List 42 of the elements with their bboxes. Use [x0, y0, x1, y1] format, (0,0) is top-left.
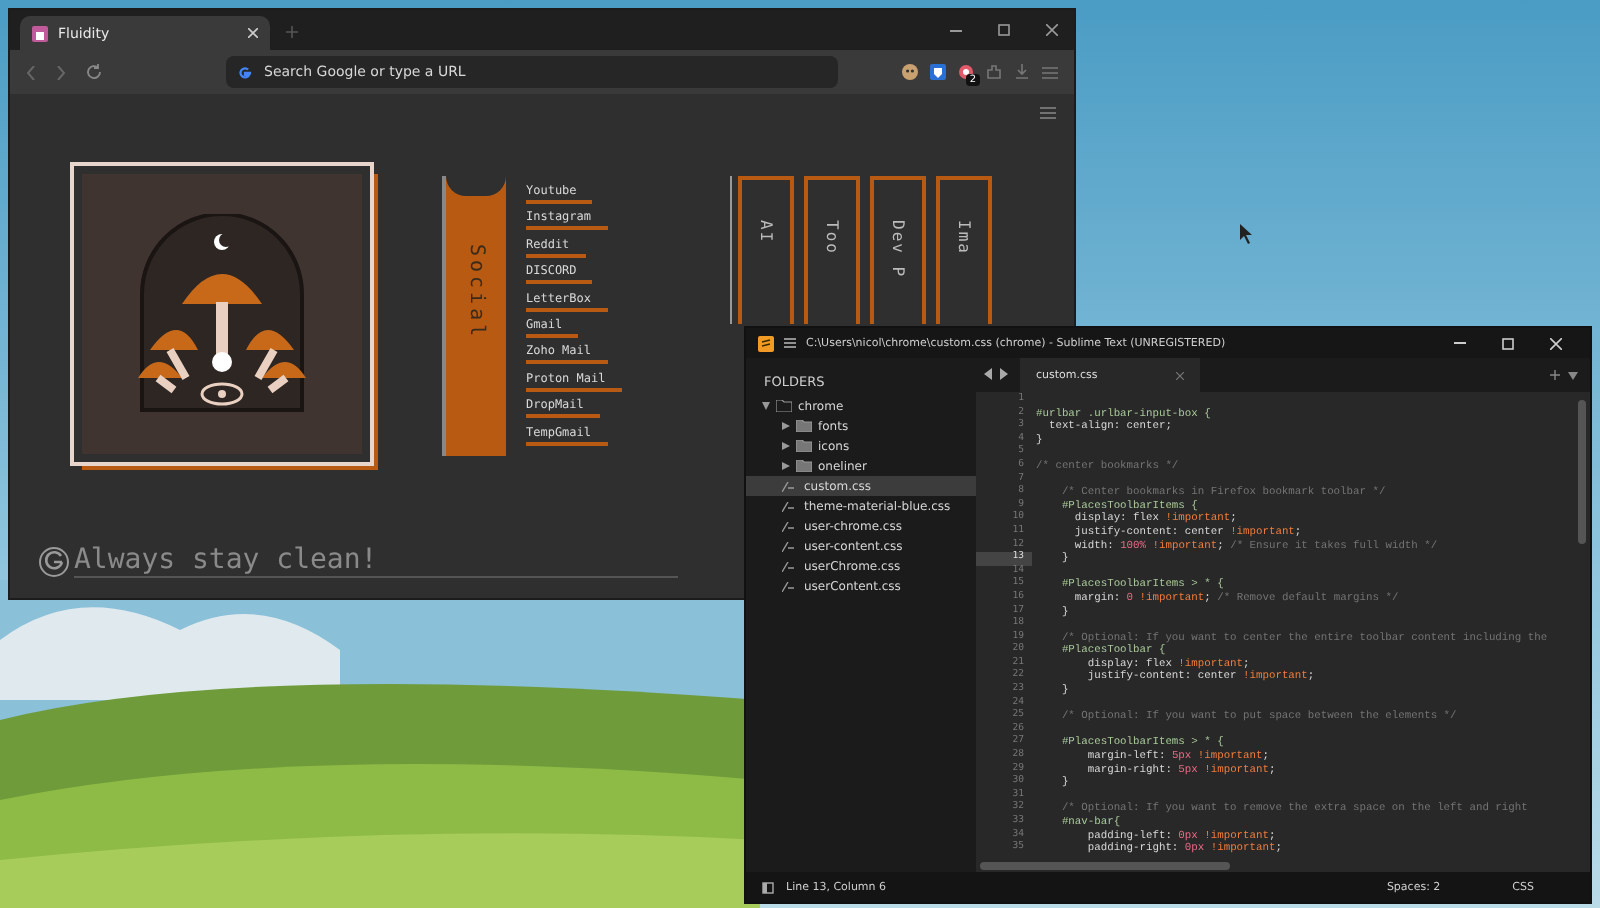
- caret-down-icon: [762, 402, 770, 410]
- spine-label: Social: [465, 244, 487, 341]
- shield-extension-icon[interactable]: [930, 64, 946, 80]
- tagline: Always stay clean!: [74, 544, 678, 578]
- scrollbar[interactable]: [980, 862, 1230, 870]
- maximize-icon[interactable]: [1502, 337, 1514, 349]
- g-logo-icon: [38, 545, 70, 577]
- plus-icon[interactable]: [1550, 370, 1560, 380]
- caret-right-icon: [782, 462, 790, 470]
- book-spine[interactable]: Too: [803, 176, 860, 324]
- maximize-icon[interactable]: [998, 24, 1010, 36]
- tab-arrows-icon[interactable]: [984, 368, 1008, 380]
- reload-icon[interactable]: [86, 64, 102, 80]
- code-file-icon: [782, 501, 794, 511]
- minimize-icon[interactable]: [950, 29, 962, 31]
- code-area[interactable]: [976, 392, 1590, 872]
- puzzle-icon[interactable]: [986, 64, 1002, 80]
- tab-favicon-icon: [32, 25, 48, 41]
- extension-face-icon[interactable]: [902, 64, 918, 80]
- book-spine[interactable]: AI: [737, 176, 794, 324]
- menu-icon[interactable]: [784, 338, 796, 348]
- code-file-icon: [782, 581, 794, 591]
- mouse-pointer-icon: [1240, 224, 1254, 244]
- code-file-icon: [782, 561, 794, 571]
- scrollbar[interactable]: [1578, 400, 1586, 544]
- app-logo-icon: [758, 335, 774, 351]
- google-logo-icon: [238, 65, 252, 79]
- panel-toggle-icon[interactable]: [762, 881, 774, 893]
- close-icon[interactable]: [248, 28, 258, 38]
- close-icon[interactable]: [1550, 337, 1562, 349]
- menu-icon[interactable]: [1040, 106, 1056, 120]
- code-file-icon: [782, 521, 794, 531]
- download-icon[interactable]: [1014, 64, 1030, 80]
- book-spine[interactable]: Ima: [935, 176, 992, 324]
- code-file-icon: [782, 541, 794, 551]
- spine-notch: [446, 176, 506, 196]
- caret-right-icon: [782, 442, 790, 450]
- code-file-icon: [782, 481, 794, 491]
- book-spine[interactable]: Dev P: [869, 176, 926, 324]
- caret-right-icon: [782, 422, 790, 430]
- dropdown-icon[interactable]: [1568, 372, 1578, 380]
- close-icon[interactable]: [1046, 24, 1058, 36]
